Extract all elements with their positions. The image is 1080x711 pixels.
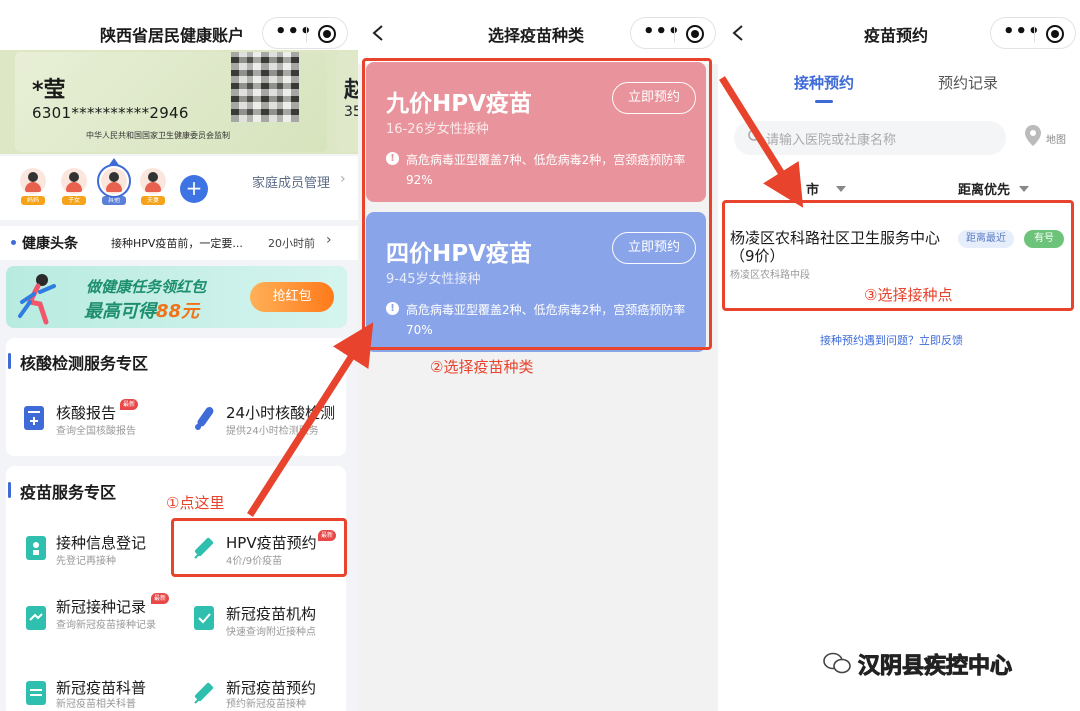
service-covid-institution[interactable]: 新冠疫苗机构 [226,603,316,624]
service-24h-nucleic[interactable]: 24小时核酸检测 [226,402,335,423]
service-subtitle: 预约新冠疫苗接种 [226,699,306,710]
search-icon [748,129,763,144]
chevron-down-icon [1019,186,1029,192]
report-icon [24,406,44,430]
section-title: 核酸检测服务专区 [20,354,149,373]
record-icon [26,606,46,630]
tab-booking[interactable]: 接种预约 [794,72,854,93]
vaccine-booking-panel: 疫苗预约 ••• 接种预约 预约记录 请输入医院或社康名称 地图 市 距离优先 … [718,0,1080,711]
chevron-right-icon: › [326,232,332,248]
service-subtitle: 先登记再接种 [56,556,116,567]
service-covid-booking[interactable]: 新冠疫苗预约 [226,677,316,698]
registration-icon [26,536,46,560]
section-title: 疫苗服务专区 [20,483,117,502]
syringe-icon [194,682,214,704]
second-card-name: 赵 [344,78,358,103]
science-book-icon [26,681,46,705]
service-covid-record[interactable]: 新冠接种记录 [56,596,146,617]
runner-illustration-icon [18,274,56,325]
close-target-icon[interactable] [1046,25,1064,43]
banner-amount-line: 最高可得88元 [84,301,200,322]
active-tab-indicator [815,100,833,103]
service-covid-science[interactable]: 新冠疫苗科普 [56,677,146,698]
map-pin-icon[interactable] [1023,124,1043,148]
navbar: 选择疫苗种类 ••• [358,0,718,64]
vaccine-type-panel: 选择疫苗种类 ••• 九价HPV疫苗 16-26岁女性接种 立即预约 ! 高危病… [358,0,718,711]
add-member-button[interactable]: + [180,175,208,203]
grab-red-envelope-button[interactable]: 抢红包 [250,282,334,312]
avatar [20,168,46,194]
chevron-down-icon [836,186,846,192]
family-member-spouse[interactable]: 夫妻 [139,168,167,205]
family-member-child[interactable]: 子女 [60,168,88,205]
back-icon[interactable] [726,18,750,48]
news-title: 健康头条 [22,236,78,252]
page-title: 疫苗预约 [864,26,929,45]
service-subtitle: 快速查询附近接种点 [226,627,316,638]
institution-icon [194,606,214,630]
sort-filter[interactable]: 距离优先 [958,179,1010,198]
service-vaccine-registration[interactable]: 接种信息登记 [56,532,146,553]
service-nucleic-report[interactable]: 核酸报告 [56,402,116,423]
news-time: 20小时前 [268,237,315,250]
service-subtitle: 提供24小时检测服务 [226,426,319,437]
close-target-icon[interactable] [686,25,704,43]
card-id-number: 6301**********2946 [32,104,189,122]
close-target-icon[interactable] [318,25,336,43]
map-label[interactable]: 地图 [1046,131,1066,146]
dot-icon [11,240,16,245]
card-holder-name: *莹 [32,78,66,103]
back-icon[interactable] [366,18,390,48]
page-title: 陕西省居民健康账户 [100,26,245,45]
mini-program-capsule[interactable]: ••• [630,17,716,49]
family-manage-link[interactable]: 家庭成员管理 [252,172,330,191]
watermark: 汉阴县疾控中心 [857,654,1013,680]
vaccine-callout-box [362,58,712,350]
step2-annotation: ②选择疫苗种类 [430,358,534,376]
search-placeholder: 请输入医院或社康名称 [766,133,897,148]
chevron-right-icon: › [340,171,346,187]
service-subtitle: 新冠疫苗相关科普 [56,699,136,710]
wechat-icon [823,652,851,674]
service-subtitle: 查询新冠疫苗接种记录 [56,620,156,631]
feedback-link[interactable]: 接种预约遇到问题？立即反馈 [820,332,963,348]
family-member-mom[interactable]: 妈妈 [19,168,47,205]
mini-program-capsule[interactable]: ••• [262,17,348,49]
hpv-callout-box [171,518,347,577]
test-tube-icon [195,407,214,430]
page-title: 选择疫苗种类 [488,26,585,45]
avatar [97,164,131,198]
mini-program-capsule[interactable]: ••• [990,17,1076,49]
tab-booking-records[interactable]: 预约记录 [938,72,998,93]
avatar [140,168,166,194]
health-account-panel: 陕西省居民健康账户 ••• *莹 6301**********2946 中华人民… [0,0,358,711]
new-badge: 最新 [120,399,139,410]
avatar [61,168,87,194]
step3-annotation: ③选择接种点 [864,286,953,304]
city-filter[interactable]: 市 [806,179,819,198]
step1-annotation: ①点这里 [166,494,225,512]
news-headline[interactable]: 接种HPV疫苗前，一定要... [111,235,243,251]
banner-headline: 做健康任务领红包 [86,278,207,296]
new-badge: 最新 [151,593,170,604]
service-subtitle: 查询全国核酸报告 [56,426,136,437]
card-certification: 中华人民共和国国家卫生健康委员会监制 [86,131,230,140]
second-card-number: 35 [344,104,358,120]
navbar: 疫苗预约 ••• [718,0,1080,64]
family-member-other[interactable]: 其他 [97,158,131,205]
